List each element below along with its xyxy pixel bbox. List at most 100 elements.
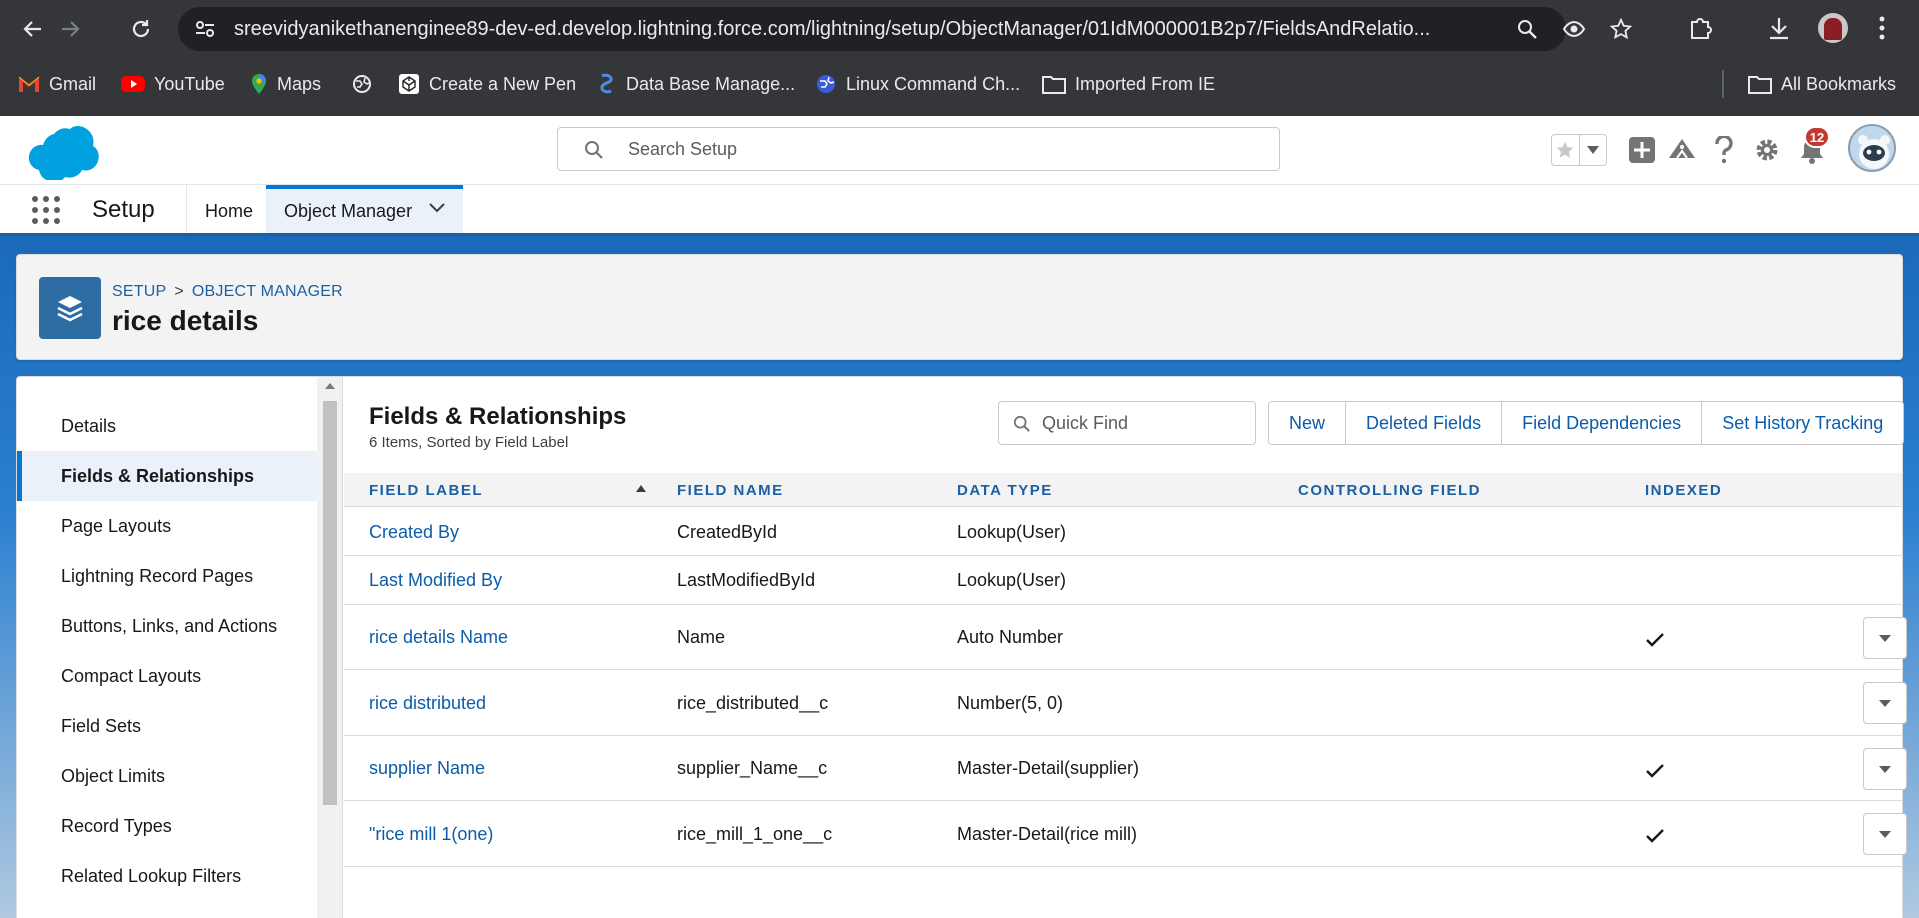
row-actions-menu-button[interactable]	[1863, 748, 1907, 790]
sidebar-item-object-limits[interactable]: Object Limits	[17, 751, 317, 801]
column-header-field-label[interactable]: FIELD LABEL	[369, 473, 483, 509]
sidebar-scrollbar[interactable]	[317, 377, 343, 918]
table-header: FIELD LABEL FIELD NAME DATA TYPE CONTROL…	[344, 473, 1902, 507]
field-label-link[interactable]: "rice mill 1(one)	[369, 801, 493, 867]
all-bookmarks[interactable]: All Bookmarks	[1748, 64, 1896, 104]
field-data-type: Lookup(User)	[957, 522, 1067, 542]
sidebar-item-fields-relationships[interactable]: Fields & Relationships	[17, 451, 317, 501]
reload-button[interactable]	[124, 12, 158, 46]
help-button[interactable]	[1708, 134, 1740, 166]
column-header-data-type[interactable]: DATA TYPE	[957, 473, 1053, 509]
quick-find-input[interactable]: Quick Find	[998, 401, 1256, 445]
bookmark-label: Gmail	[49, 73, 97, 94]
field-api-name: rice_distributed__c	[677, 693, 829, 713]
table-row: supplier Name supplier_Name__c Master-Deta…	[344, 736, 1907, 801]
row-actions-menu-button[interactable]	[1863, 813, 1907, 855]
tab-home[interactable]: Home	[186, 185, 271, 235]
action-button-group: New Deleted Fields Field Dependencies Se…	[1268, 401, 1905, 445]
more-menu-icon[interactable]	[1878, 15, 1886, 41]
profile-image	[1824, 18, 1842, 40]
scroll-up-arrow-icon[interactable]	[325, 383, 335, 389]
codepen-icon	[399, 74, 419, 94]
address-bar[interactable]: sreevidyanikethanenginee89-dev-ed.develo…	[178, 7, 1633, 51]
add-icon	[1629, 137, 1655, 163]
bookmark-label: Maps	[277, 73, 322, 94]
bookmark-maps[interactable]: Maps	[250, 64, 321, 104]
setup-gear-button[interactable]	[1751, 134, 1783, 166]
trailhead-guidance-button[interactable]	[1666, 134, 1698, 166]
zoom-icon[interactable]	[1516, 18, 1538, 40]
app-launcher-button[interactable]	[30, 194, 62, 226]
bookmark-codepen[interactable]: Create a New Pen	[398, 64, 576, 104]
sidebar-item-label: Object Limits	[61, 766, 166, 786]
favorites-button[interactable]	[1551, 134, 1607, 166]
field-dependencies-button[interactable]: Field Dependencies	[1501, 402, 1702, 444]
sidebar-item-field-sets[interactable]: Field Sets	[17, 701, 317, 751]
user-avatar[interactable]	[1848, 124, 1896, 172]
bookmark-youtube[interactable]: YouTube	[121, 64, 225, 104]
field-label-link[interactable]: rice distributed	[369, 670, 486, 736]
deleted-fields-button[interactable]: Deleted Fields	[1345, 402, 1502, 444]
field-api-name: supplier_Name__c	[677, 758, 828, 778]
tab-object-manager[interactable]: Object Manager	[266, 185, 463, 235]
sidebar-item-compact-layouts[interactable]: Compact Layouts	[17, 651, 317, 701]
salesforce-logo[interactable]	[22, 124, 100, 180]
object-icon	[39, 277, 101, 339]
sidebar-item-page-layouts[interactable]: Page Layouts	[17, 501, 317, 551]
field-api-name: rice_mill_1_one__c	[677, 824, 833, 844]
download-icon[interactable]	[1765, 14, 1793, 42]
table-row: rice details Name Name Auto Number	[344, 605, 1907, 670]
column-header-controlling-field[interactable]: CONTROLLING FIELD	[1298, 473, 1481, 509]
column-header-indexed[interactable]: INDEXED	[1645, 473, 1722, 509]
globe-blue-icon	[817, 75, 835, 93]
gear-icon	[1756, 139, 1778, 161]
forward-arrow-icon	[62, 21, 80, 37]
extensions-icon[interactable]	[1686, 14, 1714, 42]
eye-icon[interactable]	[1562, 18, 1586, 40]
bookmark-star-icon[interactable]	[1609, 18, 1633, 40]
sidebar-item-record-types[interactable]: Record Types	[17, 801, 317, 851]
sidebar-item-details[interactable]: Details	[17, 401, 317, 451]
chevron-down-icon	[1879, 634, 1891, 642]
trailhead-icon	[1669, 139, 1695, 159]
profile-avatar[interactable]	[1818, 13, 1848, 43]
favorites-dropdown[interactable]	[1578, 135, 1606, 165]
favorites-star[interactable]	[1552, 135, 1579, 165]
gmail-icon	[18, 76, 40, 92]
bookmark-globe[interactable]	[352, 64, 372, 104]
field-api-name: Name	[677, 627, 726, 647]
setup-search-input[interactable]: Search Setup	[557, 127, 1280, 171]
breadcrumb-setup-link[interactable]: SETUP	[112, 283, 166, 301]
set-history-tracking-button[interactable]: Set History Tracking	[1701, 402, 1904, 444]
field-label-link[interactable]: Last Modified By	[369, 556, 502, 605]
global-actions-button[interactable]	[1626, 134, 1658, 166]
bookmark-database[interactable]: Data Base Manage...	[597, 64, 795, 104]
sidebar-item-buttons-links-actions[interactable]: Buttons, Links, and Actions	[17, 601, 317, 651]
sidebar-item-related-lookup-filters[interactable]: Related Lookup Filters	[17, 851, 317, 901]
row-actions-menu-button[interactable]	[1863, 682, 1907, 724]
new-field-button[interactable]: New	[1269, 402, 1346, 444]
field-label-link[interactable]: rice details Name	[369, 605, 508, 670]
folder-icon	[1748, 76, 1772, 94]
url-text[interactable]: sreevidyanikethanenginee89-dev-ed.develo…	[234, 7, 1674, 51]
field-label-link[interactable]: Created By	[369, 508, 459, 556]
row-actions-menu-button[interactable]	[1863, 617, 1907, 659]
back-button[interactable]	[16, 12, 50, 46]
globe-icon	[353, 75, 371, 93]
field-label-link[interactable]: supplier Name	[369, 736, 485, 801]
site-info-icon[interactable]	[194, 18, 216, 40]
fields-relationships-panel: Fields & Relationships 6 Items, Sorted b…	[344, 377, 1907, 918]
scrollbar-thumb[interactable]	[323, 401, 337, 805]
sidebar-item-label: Compact Layouts	[61, 666, 202, 686]
sidebar-item-label: Fields & Relationships	[61, 466, 255, 486]
column-header-field-name[interactable]: FIELD NAME	[677, 473, 784, 509]
bookmark-gmail[interactable]: Gmail	[18, 64, 96, 104]
bookmark-folder-imported[interactable]: Imported From IE	[1042, 64, 1215, 104]
breadcrumb-object-manager-link[interactable]: OBJECT MANAGER	[192, 283, 343, 301]
sort-ascending-icon[interactable]	[636, 485, 646, 492]
sidebar-item-lightning-record-pages[interactable]: Lightning Record Pages	[17, 551, 317, 601]
bookmark-linux[interactable]: Linux Command Ch...	[815, 64, 1020, 104]
chevron-down-icon	[1586, 146, 1599, 154]
forward-button[interactable]	[53, 12, 87, 46]
chevron-down-icon[interactable]	[429, 203, 445, 213]
